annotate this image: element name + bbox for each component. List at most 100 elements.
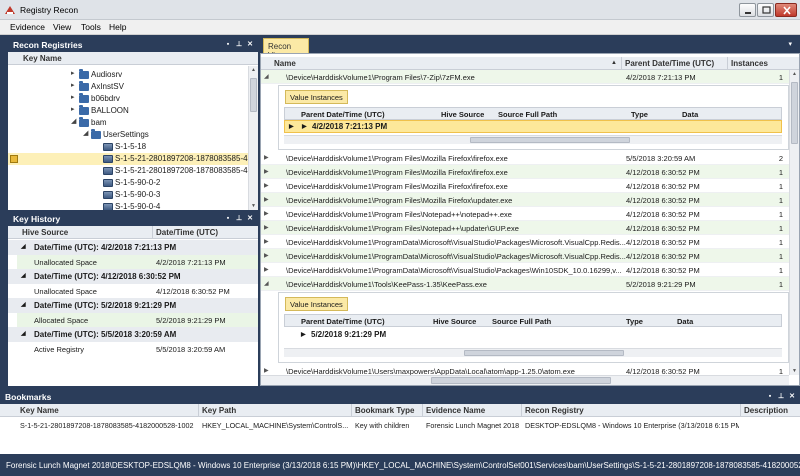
panel-menu-icon[interactable]: ▪ [224, 215, 232, 223]
tree-item[interactable]: S-1-5-90-0-4 [8, 201, 256, 210]
history-row[interactable]: Unallocated Space 4/12/2018 6:30:52 PM [17, 284, 258, 298]
scroll-thumb[interactable] [464, 350, 624, 356]
recon-row[interactable]: ▶ \Device\HarddiskVolume1\ProgramData\Mic… [261, 249, 789, 263]
recon-row[interactable]: ▶ \Device\HarddiskVolume1\Program Files\M… [261, 165, 789, 179]
tree-item[interactable]: S-1-5-18 [8, 141, 256, 153]
tree-item[interactable]: ▸ b06bdrv [8, 93, 256, 105]
recon-horizontal-scrollbar[interactable] [261, 375, 789, 385]
recon-row[interactable]: ▶ \Device\HarddiskVolume1\ProgramData\Mic… [261, 263, 789, 277]
recon-row[interactable]: ▶ \Device\HarddiskVolume1\Program Files\N… [261, 221, 789, 235]
column-key-name[interactable]: Key Name [23, 54, 62, 63]
panel-menu-icon[interactable]: ▪ [224, 41, 232, 49]
column-parent-date[interactable]: Parent Date/Time (UTC) [301, 317, 385, 326]
recon-row[interactable]: ▶ \Device\HarddiskVolume1\Program Files\M… [261, 151, 789, 165]
close-icon[interactable]: ✕ [246, 215, 254, 223]
menu-evidence[interactable]: Evidence [10, 22, 45, 32]
value-instance-row-selected[interactable]: ▶ ▶ 4/2/2018 7:21:13 PM [284, 120, 782, 133]
column-data[interactable]: Data [677, 317, 693, 326]
tree-item[interactable]: ◢ bam [8, 117, 256, 129]
recon-row[interactable]: ▶ \Device\HarddiskVolume1\ProgramData\Mic… [261, 235, 789, 249]
tree-item[interactable]: ▸ Audiosrv [8, 69, 256, 81]
tree-item[interactable]: S-1-5-21-2801897208-1878083585-41... [8, 165, 258, 177]
column-key-name[interactable]: Key Name [20, 406, 59, 415]
column-hive-source[interactable]: Hive Source [441, 110, 484, 119]
column-key-path[interactable]: Key Path [202, 406, 236, 415]
expand-icon[interactable]: ▶ [264, 196, 269, 203]
column-source-full-path[interactable]: Source Full Path [498, 110, 557, 119]
pin-icon[interactable]: ⊥ [235, 41, 243, 49]
menu-view[interactable]: View [53, 22, 71, 32]
expand-icon[interactable]: ▶ [264, 266, 269, 273]
tab-menu-icon[interactable]: ▾ [788, 40, 792, 48]
history-row[interactable]: Unallocated Space 4/2/2018 7:21:13 PM [17, 255, 258, 269]
scroll-thumb[interactable] [250, 78, 257, 112]
history-group[interactable]: ◢ Date/Time (UTC): 5/5/2018 3:20:59 AM [8, 327, 258, 342]
bookmark-row[interactable]: S-1-5-21-2801897208-1878083585-418200052… [0, 418, 800, 431]
recon-row[interactable]: ▶ \Device\HarddiskVolume1\Program Files\M… [261, 193, 789, 207]
scroll-thumb[interactable] [431, 377, 611, 384]
tree-item[interactable]: ▸ AxInstSV [8, 81, 256, 93]
tree-item[interactable]: ◢ UserSettings [8, 129, 256, 141]
expand-icon[interactable]: ▶ [264, 252, 269, 259]
close-button[interactable] [775, 3, 797, 17]
pin-icon[interactable]: ⊥ [235, 215, 243, 223]
collapse-icon[interactable]: ◢ [21, 243, 26, 250]
tree-item[interactable]: ▸ BALLOON [8, 105, 256, 117]
recon-vertical-scrollbar[interactable]: ▲ ▼ [789, 70, 799, 375]
expand-icon[interactable]: ▶ [264, 224, 269, 231]
expand-icon[interactable]: ▶ [264, 182, 269, 189]
scroll-down-icon[interactable]: ▼ [790, 367, 799, 375]
history-row[interactable]: Active Registry 5/5/2018 3:20:59 AM [17, 342, 258, 356]
scroll-up-icon[interactable]: ▲ [249, 66, 258, 74]
scroll-up-icon[interactable]: ▲ [790, 70, 799, 78]
column-date-time[interactable]: Date/Time (UTC) [156, 228, 218, 237]
column-parent-date[interactable]: Parent Date/Time (UTC) [625, 59, 714, 68]
filter-icon[interactable]: ▲ [611, 60, 617, 66]
collapse-icon[interactable]: ◢ [21, 330, 26, 337]
tree-item[interactable]: S-1-5-90-0-2 [8, 177, 256, 189]
column-parent-date[interactable]: Parent Date/Time (UTC) [301, 110, 385, 119]
column-hive-source[interactable]: Hive Source [433, 317, 476, 326]
column-evidence-name[interactable]: Evidence Name [426, 406, 485, 415]
collapse-icon[interactable]: ◢ [264, 280, 269, 287]
expand-icon[interactable]: ▶ [264, 168, 269, 175]
expand-icon[interactable]: ▶ [264, 367, 269, 374]
recon-row[interactable]: ▶ \Device\HarddiskVolume1\Program Files\M… [261, 179, 789, 193]
detail-horizontal-scrollbar[interactable] [284, 135, 782, 144]
column-recon-registry[interactable]: Recon Registry [525, 406, 584, 415]
expand-icon[interactable]: ▶ [301, 331, 306, 338]
column-source-full-path[interactable]: Source Full Path [492, 317, 551, 326]
history-row[interactable]: Allocated Space 5/2/2018 9:21:29 PM [17, 313, 258, 327]
tab-recon-view[interactable]: Recon View [263, 38, 309, 60]
column-data[interactable]: Data [682, 110, 698, 119]
column-hive-source[interactable]: Hive Source [22, 228, 68, 237]
column-type[interactable]: Type [631, 110, 648, 119]
column-name[interactable]: Name [274, 59, 296, 68]
tab-value-instances[interactable]: Value Instances [285, 90, 348, 104]
column-type[interactable]: Type [626, 317, 643, 326]
recon-row[interactable]: ◢ \Device\HarddiskVolume1\Program Files\7… [261, 70, 789, 84]
tree-vertical-scrollbar[interactable]: ▲ ▼ [248, 66, 258, 210]
pin-icon[interactable]: ⊥ [777, 393, 785, 401]
recon-row[interactable]: ▶ \Device\HarddiskVolume1\Program Files\N… [261, 207, 789, 221]
tree-item[interactable]: S-1-5-90-0-3 [8, 189, 256, 201]
scroll-down-icon[interactable]: ▼ [249, 202, 258, 210]
collapse-icon[interactable]: ◢ [264, 73, 269, 80]
maximize-button[interactable] [757, 3, 774, 17]
tree-item-selected[interactable]: S-1-5-21-2801897208-1878083585-41... [8, 153, 258, 165]
column-instances[interactable]: Instances [731, 59, 768, 68]
value-instance-row[interactable]: ▶ 5/2/2018 9:21:29 PM [284, 329, 782, 342]
menu-tools[interactable]: Tools [81, 22, 101, 32]
collapse-icon[interactable]: ◢ [21, 301, 26, 308]
column-bookmark-type[interactable]: Bookmark Type [355, 406, 414, 415]
scroll-thumb[interactable] [470, 137, 630, 143]
close-icon[interactable]: ✕ [788, 393, 796, 401]
expand-icon[interactable]: ▶ [264, 154, 269, 161]
history-group[interactable]: ◢ Date/Time (UTC): 5/2/2018 9:21:29 PM [8, 298, 258, 313]
minimize-button[interactable] [739, 3, 756, 17]
history-group[interactable]: ◢ Date/Time (UTC): 4/12/2018 6:30:52 PM [8, 269, 258, 284]
expand-icon[interactable]: ▶ [264, 238, 269, 245]
scroll-thumb[interactable] [791, 82, 798, 144]
expand-icon[interactable]: ▶ [264, 210, 269, 217]
tab-value-instances[interactable]: Value Instances [285, 297, 348, 311]
